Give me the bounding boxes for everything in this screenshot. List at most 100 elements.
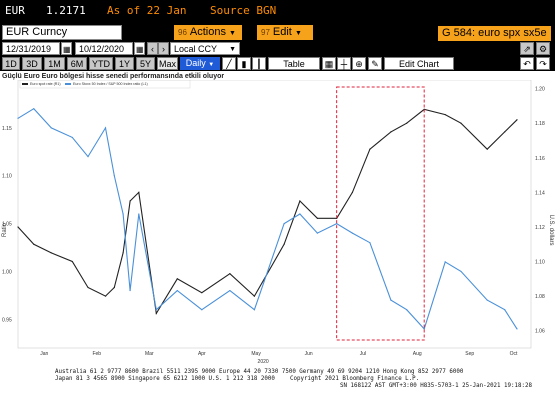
calendar-icon[interactable]: ▦ <box>61 42 72 55</box>
data-point <box>129 200 131 202</box>
currency-select[interactable]: Local CCY ▼ <box>170 42 240 55</box>
chevron-down-icon: ▼ <box>208 62 215 68</box>
data-point <box>486 299 488 301</box>
bar-chart-icon[interactable]: ▮ <box>237 57 251 70</box>
undo-icon[interactable]: ↶ <box>520 57 534 70</box>
data-point <box>444 113 446 116</box>
left-axis-label: Ratio <box>2 222 8 237</box>
data-point <box>369 242 371 244</box>
left-tick-label: 0.95 <box>2 317 12 323</box>
data-point <box>460 270 462 273</box>
x-tick-label: Mar <box>145 351 154 357</box>
chevron-right-icon[interactable]: › <box>158 42 169 55</box>
source-label: Source BGN <box>210 4 277 17</box>
period-button-max[interactable]: Max <box>157 57 178 70</box>
data-point <box>504 131 506 133</box>
edit-chart-button[interactable]: Edit Chart <box>384 57 454 70</box>
footer-stamp: SN 168122 AST GMT+3:00 H835-5703-1 25-Ja… <box>340 383 532 389</box>
chart: Euro spot rate (R1) Euro Stoxx 50 Index /… <box>2 80 554 365</box>
calendar-icon[interactable]: ▦ <box>134 42 145 55</box>
redo-icon[interactable]: ↷ <box>536 57 550 70</box>
right-tick-label: 1.20 <box>535 87 545 93</box>
chevron-left-icon[interactable]: ‹ <box>147 42 158 55</box>
legend-swatch <box>65 83 71 85</box>
data-point <box>176 278 178 280</box>
data-point <box>460 122 462 124</box>
right-axis-label: U.S. dollars <box>548 214 554 245</box>
settings-icon[interactable]: ⚙ <box>536 42 550 55</box>
end-date-value: 10/12/2020 <box>79 44 125 54</box>
period-button-6m[interactable]: 6M <box>67 57 87 70</box>
edit-button[interactable]: 97 Edit ▼ <box>257 25 313 40</box>
data-point <box>253 309 255 311</box>
frequency-select[interactable]: Daily ▼ <box>180 57 220 70</box>
right-tick-label: 1.16 <box>535 156 545 162</box>
data-point <box>71 260 73 263</box>
data-point <box>336 222 338 225</box>
footer-line-1: Australia 61 2 9777 8600 Brazil 5511 239… <box>55 369 464 375</box>
data-point <box>201 309 203 311</box>
x-tick-label: May <box>251 351 261 357</box>
data-point <box>406 122 408 124</box>
data-point <box>104 127 107 129</box>
quote-bar: EUR 1.2171 As of 22 Jan Source BGN <box>0 0 555 22</box>
end-date-field[interactable]: 10/12/2020 <box>75 42 133 55</box>
x-year-label: 2020 <box>258 359 269 365</box>
period-button-1d[interactable]: 1D <box>2 57 20 70</box>
data-point <box>423 328 425 330</box>
start-date-field[interactable]: 12/31/2019 <box>2 42 60 55</box>
right-tick-label: 1.08 <box>535 294 545 300</box>
data-point <box>201 292 203 294</box>
data-point <box>87 286 89 289</box>
edit-number: 97 <box>261 28 270 37</box>
data-point <box>122 252 124 254</box>
left-tick-label: 1.00 <box>2 269 12 275</box>
data-point <box>253 295 255 297</box>
data-point <box>138 213 140 215</box>
left-tick-label: 1.10 <box>2 174 12 180</box>
data-point <box>516 119 518 121</box>
zoom-icon[interactable]: ⊕ <box>352 57 366 70</box>
actions-button[interactable]: 96 Actions ▼ <box>174 25 242 40</box>
data-point <box>50 127 52 129</box>
data-point <box>283 222 285 225</box>
right-tick-label: 1.12 <box>535 225 545 231</box>
data-point <box>390 299 392 301</box>
x-tick-label: Feb <box>92 351 101 357</box>
pencil-icon[interactable]: ✎ <box>368 57 382 70</box>
period-button-1m[interactable]: 1M <box>44 57 65 70</box>
data-point <box>129 289 131 292</box>
edit-label: Edit <box>272 26 292 38</box>
frequency-value: Daily <box>185 58 206 68</box>
data-point <box>229 289 231 292</box>
chart-title: Güçlü Euro Euro bölgesi hisse senedi per… <box>2 73 225 80</box>
data-point <box>87 155 89 158</box>
data-point <box>17 117 19 119</box>
table-button[interactable]: Table <box>268 57 320 70</box>
grid-icon[interactable]: ▦ <box>322 57 336 70</box>
period-button-ytd[interactable]: YTD <box>89 57 113 70</box>
data-point <box>122 213 124 215</box>
graph-title: G 584: euro spx sx5e <box>438 26 551 41</box>
data-point <box>390 131 392 133</box>
data-point <box>176 289 178 292</box>
data-point <box>17 226 19 228</box>
data-point <box>369 148 371 150</box>
data-point <box>516 328 518 330</box>
x-tick-label: Jan <box>40 351 48 357</box>
candle-chart-icon[interactable]: ┃ <box>252 57 266 70</box>
currency-value: Local CCY <box>174 44 218 54</box>
security-field[interactable]: EUR Curncy <box>2 25 122 40</box>
share-icon[interactable]: ⇗ <box>520 42 534 55</box>
period-button-3d[interactable]: 3D <box>22 57 42 70</box>
data-point <box>113 175 115 177</box>
as-of-label: As of 22 Jan <box>107 4 187 17</box>
plot-area <box>17 80 532 349</box>
chevron-down-icon: ▼ <box>229 30 236 37</box>
security-field-value: EUR Curncy <box>6 26 68 38</box>
data-point <box>406 309 408 311</box>
line-chart-icon[interactable]: ╱ <box>222 57 236 70</box>
crosshair-icon[interactable]: ┼ <box>337 57 351 70</box>
period-button-1y[interactable]: 1Y <box>115 57 134 70</box>
period-button-5y[interactable]: 5Y <box>136 57 155 70</box>
